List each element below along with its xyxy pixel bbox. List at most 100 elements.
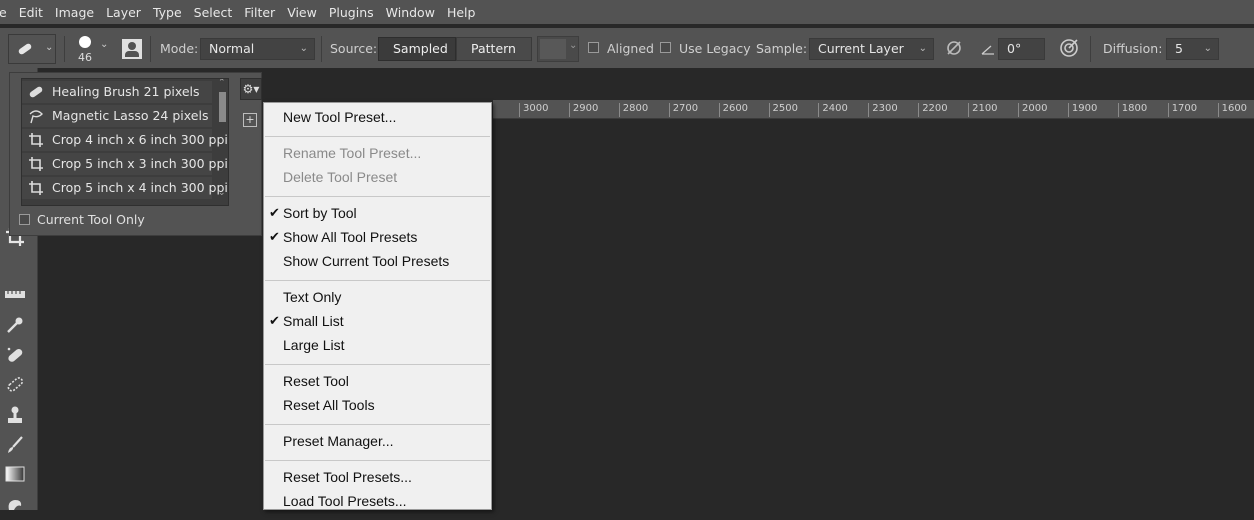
preset-item[interactable]: Crop 5 inch x 3 inch 300 ppi [22, 153, 228, 175]
menu-reset-tool[interactable]: Reset Tool [283, 373, 349, 389]
new-preset-button[interactable]: + [243, 113, 257, 127]
pressure-target-icon[interactable] [1058, 37, 1080, 59]
gradient-tool-icon[interactable] [4, 463, 26, 485]
divider [321, 36, 322, 62]
menu-separator [265, 280, 490, 281]
diffusion-select[interactable]: 5 ⌄ [1166, 38, 1219, 60]
menu-rename-tool-preset[interactable]: Rename Tool Preset... [283, 145, 421, 161]
canvas-area[interactable] [493, 119, 1254, 510]
preset-item[interactable]: Crop 4 inch x 6 inch 300 ppi [22, 129, 228, 151]
crop-icon [29, 181, 43, 195]
menu-sort-by-tool[interactable]: Sort by Tool [283, 205, 357, 221]
pattern-picker[interactable]: ⌄ [537, 36, 579, 62]
angle-value: 0° [1007, 41, 1022, 56]
menu-reset-all-tools[interactable]: Reset All Tools [283, 397, 375, 413]
sample-select[interactable]: Current Layer ⌄ [809, 38, 934, 60]
eyedropper-icon[interactable] [4, 314, 26, 336]
menu-view[interactable]: View [287, 5, 317, 20]
ruler-tick-label: 2000 [1018, 103, 1047, 117]
menu-filter[interactable]: Filter [244, 5, 275, 20]
mode-value: Normal [209, 41, 255, 56]
source-pattern-button[interactable]: Pattern [456, 37, 532, 61]
angle-icon [981, 45, 994, 55]
brush-size-picker[interactable]: 46 ⌄ [70, 34, 112, 64]
menu-file[interactable]: e [0, 5, 7, 20]
menu-edit[interactable]: Edit [19, 5, 43, 20]
menu-image[interactable]: Image [55, 5, 94, 20]
chevron-up-icon: ⌃ [218, 78, 226, 88]
chevron-down-icon: ⌄ [569, 40, 578, 51]
source-sampled-button[interactable]: Sampled [378, 37, 456, 61]
chevron-down-icon: ⌄ [299, 43, 308, 54]
ruler-tool-icon[interactable] [4, 284, 26, 306]
menu-layer[interactable]: Layer [106, 5, 141, 20]
menu-plugins[interactable]: Plugins [329, 5, 374, 20]
ruler-tick-label: 2300 [868, 103, 898, 117]
brush-size-value: 46 [78, 51, 92, 64]
ruler-tick-label: 1900 [1067, 103, 1097, 117]
aligned-checkbox[interactable] [588, 42, 599, 53]
scroll-thumb[interactable] [219, 92, 226, 122]
ruler-tick-label: 2700 [668, 103, 698, 117]
menu-large-list[interactable]: Large List [283, 337, 344, 353]
preset-label: Crop 4 inch x 6 inch 300 ppi [52, 132, 228, 147]
menu-reset-tool-presets[interactable]: Reset Tool Presets... [283, 469, 412, 485]
preset-item[interactable]: Crop 5 inch x 4 inch 300 ppi [22, 177, 228, 199]
menu-separator [265, 424, 490, 425]
menu-help[interactable]: Help [447, 5, 476, 20]
menu-text-only[interactable]: Text Only [283, 289, 341, 305]
use-legacy-label: Use Legacy [679, 41, 751, 56]
gear-icon: ⚙▾ [242, 82, 260, 96]
healing-brush-icon[interactable] [4, 373, 26, 395]
preset-item[interactable]: Magnetic Lasso 24 pixels [22, 105, 212, 127]
aligned-label: Aligned [607, 41, 654, 56]
divider [150, 36, 151, 62]
menu-new-tool-preset[interactable]: New Tool Preset... [283, 109, 396, 125]
menu-select[interactable]: Select [194, 5, 233, 20]
preset-item[interactable]: Healing Brush 21 pixels [22, 81, 212, 103]
preset-label: Healing Brush 21 pixels [52, 84, 200, 99]
spot-healing-icon[interactable] [4, 344, 26, 366]
preset-scrollbar[interactable]: ⌃ ⌄ [217, 79, 227, 200]
crop-icon [29, 157, 43, 171]
tool-preset-picker[interactable]: ⌄ [8, 34, 56, 64]
brush-tool-icon[interactable] [4, 434, 26, 456]
menu-delete-tool-preset[interactable]: Delete Tool Preset [283, 169, 397, 185]
mode-label: Mode: [160, 41, 199, 56]
menu-type[interactable]: Type [153, 5, 182, 20]
healing-brush-icon [18, 43, 32, 55]
crop-icon [29, 133, 43, 147]
menu-show-all-tool-presets[interactable]: Show All Tool Presets [283, 229, 417, 245]
ruler-tick-label: 2100 [968, 103, 998, 117]
current-tool-only-checkbox[interactable] [19, 214, 30, 225]
menu-separator [265, 196, 490, 197]
menu-preset-manager[interactable]: Preset Manager... [283, 433, 394, 449]
mode-select[interactable]: Normal ⌄ [200, 38, 315, 60]
menu-separator [265, 460, 490, 461]
use-legacy-checkbox[interactable] [660, 42, 671, 53]
smudge-tool-icon[interactable] [4, 492, 26, 514]
panel-menu-button[interactable]: ⚙▾ [240, 78, 262, 100]
ruler-tick-label: 2400 [818, 103, 848, 117]
ruler-tick-label: 2600 [718, 103, 748, 117]
horizontal-ruler: 3000 2900 2800 2700 2600 2500 2400 2300 2200 2100… [493, 100, 1254, 119]
angle-input[interactable]: 0° [998, 38, 1045, 60]
menu-small-list[interactable]: Small List [283, 313, 344, 329]
ruler-tick-label: 2900 [568, 103, 598, 117]
menu-window[interactable]: Window [386, 5, 435, 20]
pressure-size-icon[interactable] [122, 39, 142, 59]
menu-load-tool-presets[interactable]: Load Tool Presets... [283, 493, 406, 509]
clone-stamp-icon[interactable] [4, 404, 26, 426]
diffusion-label: Diffusion: [1103, 41, 1163, 56]
current-tool-only-label: Current Tool Only [37, 212, 145, 227]
checkmark-icon: ✔ [269, 314, 280, 329]
menu-separator [265, 136, 490, 137]
source-label: Source: [330, 41, 378, 56]
preset-label: Magnetic Lasso 24 pixels [52, 108, 209, 123]
chevron-down-icon: ⌄ [100, 39, 109, 50]
ignore-adjustment-layers-icon[interactable] [945, 39, 963, 57]
chevron-down-icon: ⌄ [45, 42, 54, 53]
chevron-down-icon: ⌄ [918, 43, 927, 54]
menu-show-current-tool-presets[interactable]: Show Current Tool Presets [283, 253, 449, 269]
preset-label: Crop 5 inch x 4 inch 300 ppi [52, 180, 228, 195]
